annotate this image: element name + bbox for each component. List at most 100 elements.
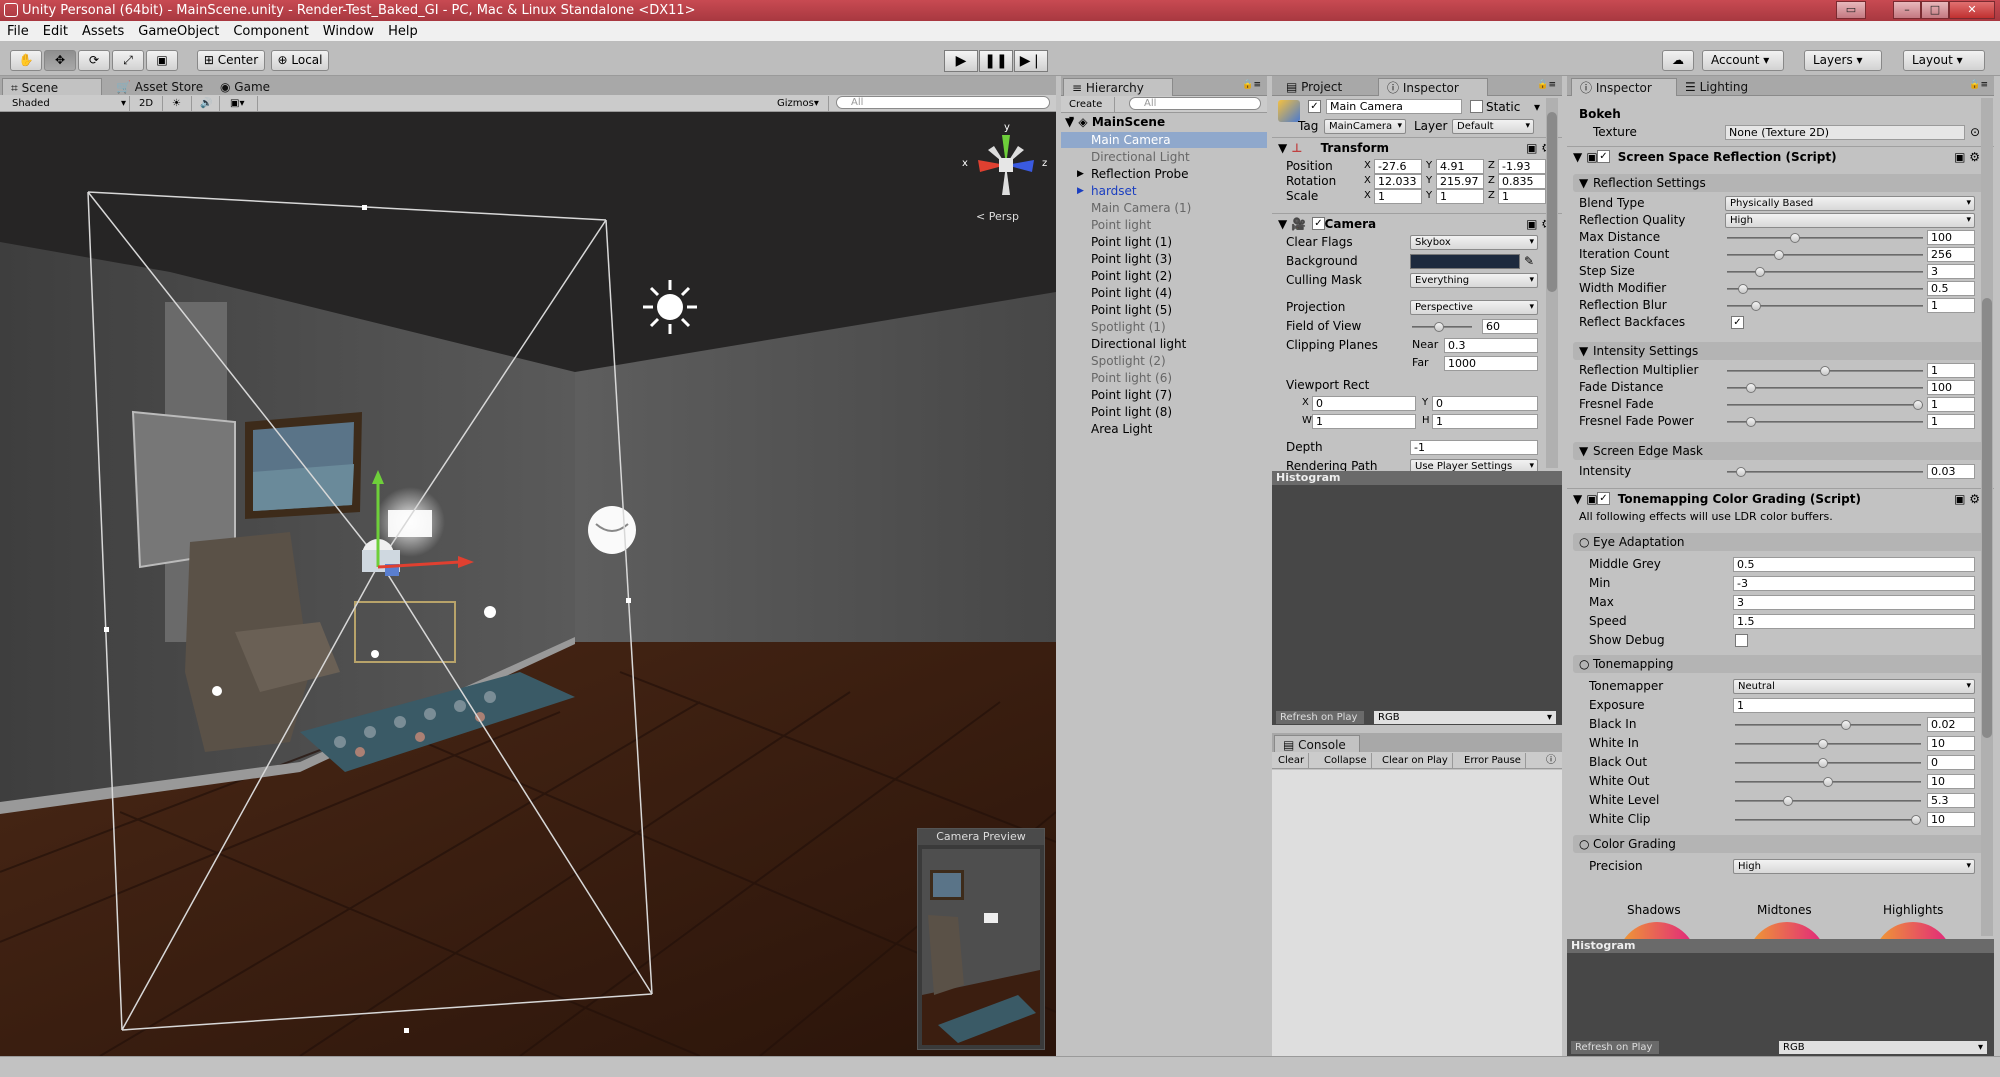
tab-asset-store[interactable]: 🛒 Asset Store xyxy=(108,78,211,96)
intensity-settings-header[interactable]: ▼ Intensity Settings xyxy=(1573,342,1986,360)
row-slider[interactable] xyxy=(1735,720,1921,730)
layers-dropdown[interactable]: Layers ▾ xyxy=(1804,50,1882,71)
toggle-2d-button[interactable]: 2D xyxy=(135,96,163,111)
texture-field[interactable]: None (Texture 2D) xyxy=(1725,125,1965,140)
row-dropdown[interactable]: High xyxy=(1725,213,1975,228)
scale-tool-button[interactable]: ⤢ xyxy=(112,50,144,71)
row-checkbox[interactable]: ✓ xyxy=(1731,316,1744,329)
console-clear-on-play-button[interactable]: Clear on Play xyxy=(1378,753,1453,768)
row-slider-knob[interactable] xyxy=(1755,267,1765,277)
tab-hierarchy[interactable]: ≡ Hierarchy xyxy=(1063,78,1173,96)
row-value-field[interactable]: 10 xyxy=(1927,736,1975,751)
row-slider[interactable] xyxy=(1727,417,1923,427)
inspector-lock-icon[interactable]: 🔒≡ xyxy=(1537,80,1556,90)
row-value-field[interactable]: 1 xyxy=(1733,698,1975,713)
hierarchy-item[interactable]: Point light (7) xyxy=(1091,387,1267,403)
hierarchy-item[interactable]: Directional Light xyxy=(1091,149,1267,165)
step-button[interactable]: ▶❘ xyxy=(1014,50,1048,72)
close-button[interactable]: ✕ xyxy=(1949,1,1995,19)
create-dropdown[interactable]: Create ▾ xyxy=(1065,97,1115,125)
viewport-h-field[interactable]: 1 xyxy=(1432,414,1538,429)
tonemapping-header[interactable]: ○ Tonemapping xyxy=(1573,655,1986,673)
shading-mode-dropdown[interactable]: Shaded ▾ xyxy=(8,96,130,111)
cloud-button[interactable]: ☁ xyxy=(1662,50,1694,71)
eye-adaptation-toggle[interactable]: ○ xyxy=(1579,533,1589,551)
gizmos-dropdown[interactable]: Gizmos▾ xyxy=(773,96,829,111)
tab-project[interactable]: ▤ Project xyxy=(1278,78,1350,96)
hierarchy-item[interactable]: ▶ hardset xyxy=(1077,183,1267,199)
row-value-field[interactable]: 1 xyxy=(1927,397,1975,412)
row-slider[interactable] xyxy=(1735,739,1921,749)
expand-arrow-icon[interactable]: ▶ xyxy=(1077,183,1084,199)
scale-x-field[interactable]: 1 xyxy=(1374,189,1422,204)
row-slider[interactable] xyxy=(1727,250,1923,260)
middle-grey-field[interactable]: 0.5 xyxy=(1733,557,1975,572)
row-slider[interactable] xyxy=(1727,284,1923,294)
tcg-header[interactable]: ▼ ▣ ✓ Tonemapping Color Grading (Script) ▣ … xyxy=(1567,488,1994,508)
tab-inspector[interactable]: ⓘ Inspector xyxy=(1378,78,1488,96)
speed-field[interactable]: 1.5 xyxy=(1733,614,1975,629)
position-z-field[interactable]: -1.93 xyxy=(1498,159,1546,174)
scale-y-field[interactable]: 1 xyxy=(1436,189,1484,204)
near-field[interactable]: 0.3 xyxy=(1444,338,1538,353)
eyedropper-icon[interactable]: ✎ xyxy=(1524,253,1534,269)
transform-header[interactable]: ▼ ⊥ Transform ▣ ⚙ xyxy=(1272,137,1562,157)
eye-adaptation-header[interactable]: ○ Eye Adaptation xyxy=(1573,533,1986,551)
row-slider[interactable] xyxy=(1727,400,1923,410)
row-value-field[interactable]: 100 xyxy=(1927,380,1975,395)
hierarchy-item[interactable]: Area Light xyxy=(1091,421,1267,437)
menu-component[interactable]: Component xyxy=(226,21,315,42)
effects-dropdown-icon[interactable]: ▣▾ xyxy=(226,96,258,111)
ssr-settings-icon[interactable]: ▣ ⚙ xyxy=(1954,147,1980,167)
menu-file[interactable]: File xyxy=(0,21,36,42)
pause-button[interactable]: ❚❚ xyxy=(979,50,1013,72)
hierarchy-item[interactable]: Main Camera xyxy=(1061,132,1267,148)
row-value-field[interactable]: 10 xyxy=(1927,774,1975,789)
projection-dropdown[interactable]: Perspective xyxy=(1410,300,1538,315)
play-button[interactable]: ▶ xyxy=(944,50,978,72)
depth-field[interactable]: -1 xyxy=(1410,440,1538,455)
reflection-settings-header[interactable]: ▼ Reflection Settings xyxy=(1573,174,1986,192)
layer-dropdown[interactable]: Default xyxy=(1452,119,1534,134)
row-slider-knob[interactable] xyxy=(1746,417,1756,427)
console-clear-button[interactable]: Clear xyxy=(1274,753,1310,768)
viewport-y-field[interactable]: 0 xyxy=(1432,396,1538,411)
hierarchy-item[interactable]: Point light (8) xyxy=(1091,404,1267,420)
color-grading-header[interactable]: ○ Color Grading xyxy=(1573,835,1986,853)
refresh-on-play-button-2[interactable]: Refresh on Play xyxy=(1571,1041,1659,1054)
row-slider[interactable] xyxy=(1727,233,1923,243)
account-dropdown[interactable]: Account ▾ xyxy=(1702,50,1784,71)
camera-header[interactable]: ▼ 🎥 ✓ Camera ▣ ⚙ xyxy=(1272,213,1562,233)
clear-flags-dropdown[interactable]: Skybox xyxy=(1410,235,1538,250)
row-slider[interactable] xyxy=(1727,383,1923,393)
console-info-icon[interactable]: ⓘ xyxy=(1542,753,1560,768)
row-value-field[interactable]: 0 xyxy=(1927,755,1975,770)
tab-scene[interactable]: ⌗ Scene xyxy=(2,78,102,96)
rect-tool-button[interactable]: ▣ xyxy=(146,50,178,71)
row-value-field[interactable]: 100 xyxy=(1927,230,1975,245)
row-value-field[interactable]: 0.02 xyxy=(1927,717,1975,732)
tab-game[interactable]: ◉ Game xyxy=(212,78,278,96)
row-slider-knob[interactable] xyxy=(1820,366,1830,376)
hierarchy-item[interactable]: Point light xyxy=(1091,217,1267,233)
row-value-field[interactable]: 256 xyxy=(1927,247,1975,262)
console-error-pause-button[interactable]: Error Pause xyxy=(1460,753,1526,768)
expand-arrow-icon[interactable]: ▶ xyxy=(1077,166,1084,182)
intensity-field[interactable]: 0.03 xyxy=(1927,464,1975,479)
row-slider[interactable] xyxy=(1727,267,1923,277)
hierarchy-item[interactable]: ▶ Reflection Probe xyxy=(1077,166,1267,182)
row-value-field[interactable]: 1 xyxy=(1927,298,1975,313)
maximize-button[interactable]: □ xyxy=(1921,1,1949,19)
intensity-slider[interactable] xyxy=(1727,467,1923,477)
histogram2-mode-dropdown[interactable]: RGB ▾ xyxy=(1779,1041,1987,1054)
texture-picker-icon[interactable]: ⊙ xyxy=(1970,124,1980,140)
position-x-field[interactable]: -27.6 xyxy=(1374,159,1422,174)
object-name-field[interactable]: Main Camera xyxy=(1326,99,1462,114)
tab-inspector2[interactable]: ⓘ Inspector xyxy=(1571,78,1677,96)
highlights-wheel[interactable] xyxy=(1873,922,1953,939)
row-value-field[interactable]: 5.3 xyxy=(1927,793,1975,808)
row-slider-knob[interactable] xyxy=(1783,796,1793,806)
row-dropdown[interactable]: Physically Based xyxy=(1725,196,1975,211)
hierarchy-item[interactable]: Point light (2) xyxy=(1091,268,1267,284)
menu-assets[interactable]: Assets xyxy=(75,21,131,42)
